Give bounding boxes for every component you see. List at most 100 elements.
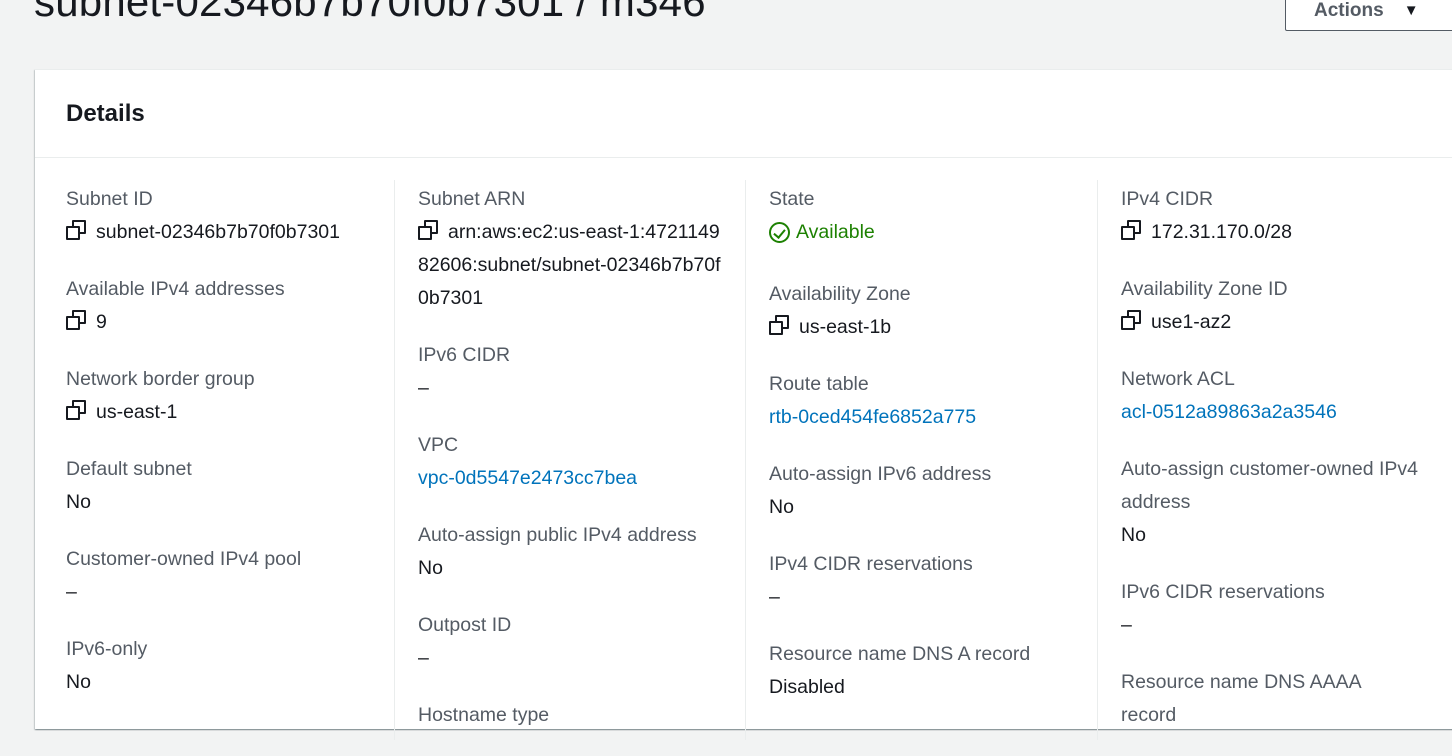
detail-field: Network ACL acl-0512a89863a2a3546 [1121,363,1421,429]
field-label: Customer-owned IPv4 pool [66,548,302,570]
field-value: No [769,491,1099,524]
value-text: No [418,557,443,579]
detail-field: IPv6 CIDR – [418,339,723,405]
field-label: Resource name DNS A record [769,643,1031,665]
copy-icon[interactable] [769,315,789,335]
detail-field: IPv4 CIDR 172.31.170.0/28 [1121,183,1421,249]
value-text: subnet-02346b7b70f0b7301 [96,221,340,243]
detail-field: Availability Zone ID use1-az2 [1121,273,1421,339]
value-text: – [418,647,429,669]
column-divider [745,180,746,740]
field-value: No [66,666,396,699]
copy-icon[interactable] [66,220,86,240]
detail-field: Route table rtb-0ced454fe6852a775 [769,368,1099,434]
copy-icon[interactable] [66,400,86,420]
value-text: No [1121,524,1146,546]
field-value: vpc-0d5547e2473cc7bea [418,462,723,495]
field-label: Availability Zone ID [1121,278,1288,300]
value-text: 9 [96,311,107,333]
check-circle-icon [769,222,790,243]
value-text: No [66,491,91,513]
detail-field: Availability Zone us-east-1b [769,278,1099,344]
column-3: State Available Availability Zone us-east-1… [769,183,1099,728]
value-text: use1-az2 [1151,311,1232,333]
field-value: No [1121,519,1421,552]
resource-link[interactable]: acl-0512a89863a2a3546 [1121,401,1337,423]
field-label: Subnet ARN [418,188,526,210]
detail-field: Customer-owned IPv4 pool – [66,543,396,609]
detail-field: IPv6 CIDR reservations – [1121,576,1421,642]
detail-field: Subnet ARN arn:aws:ec2:us-east-1:47211498… [418,183,723,315]
column-2: Subnet ARN arn:aws:ec2:us-east-1:47211498… [418,183,723,756]
details-grid: Subnet ID subnet-02346b7b70f0b7301 Availab… [35,158,1452,740]
column-1: Subnet ID subnet-02346b7b70f0b7301 Availab… [66,183,396,723]
field-label: Available IPv4 addresses [66,278,285,300]
status-text: Available [796,221,875,243]
field-value: – [1121,609,1421,642]
field-label: IPv6 CIDR reservations [1121,581,1325,603]
field-value: rtb-0ced454fe6852a775 [769,401,1099,434]
field-label: Auto-assign public IPv4 address [418,524,697,546]
field-value: Available [769,216,1099,254]
field-label: State [769,188,815,210]
value-text: us-east-1b [799,316,892,338]
detail-field: Resource name DNS AAAA record [1121,666,1421,732]
details-panel: Details Subnet ID subnet-02346b7b70f0b730… [35,69,1452,740]
field-label: IPv6-only [66,638,148,660]
field-label: Default subnet [66,458,192,480]
field-value: 172.31.170.0/28 [1121,216,1421,249]
field-label: Availability Zone [769,283,911,305]
field-label: Network ACL [1121,368,1235,390]
field-label: Resource name DNS AAAA record [1121,671,1361,726]
copy-icon[interactable] [1121,220,1141,240]
field-label: Route table [769,373,869,395]
details-header: Details [35,70,1452,158]
detail-field: State Available [769,183,1099,254]
field-label: IPv6 CIDR [418,344,511,366]
value-text: arn:aws:ec2:us-east-1:472114982606:subne… [418,221,721,309]
detail-field: Resource name DNS A record Disabled [769,638,1099,704]
field-value: us-east-1 [66,396,396,429]
field-label: IPv4 CIDR reservations [769,553,973,575]
detail-field: Auto-assign customer-owned IPv4 address N… [1121,453,1421,552]
value-text: Disabled [769,676,845,698]
value-text: No [66,671,91,693]
detail-field: Network border group us-east-1 [66,363,396,429]
resource-link[interactable]: vpc-0d5547e2473cc7bea [418,467,637,489]
field-label: Hostname type [418,704,550,726]
actions-label: Actions [1314,0,1384,21]
value-text: us-east-1 [96,401,178,423]
detail-field: Default subnet No [66,453,396,519]
field-value: us-east-1b [769,311,1099,344]
field-value: – [66,576,396,609]
copy-icon[interactable] [1121,310,1141,330]
detail-field: IPv6-only No [66,633,396,699]
resource-link[interactable]: rtb-0ced454fe6852a775 [769,406,976,428]
value-text: – [66,581,77,603]
copy-icon[interactable] [66,310,86,330]
actions-button[interactable]: Actions ▼ [1285,0,1452,31]
field-label: Subnet ID [66,188,153,210]
field-value: – [769,581,1099,614]
detail-field: Auto-assign IPv6 address No [769,458,1099,524]
copy-icon[interactable] [418,220,438,240]
detail-field: Outpost ID – [418,609,723,675]
value-text: – [769,586,780,608]
field-value: – [418,642,723,675]
detail-field: Subnet ID subnet-02346b7b70f0b7301 [66,183,396,249]
status-indicator: Available [769,216,875,249]
field-value: – [418,372,723,405]
details-title: Details [66,99,145,127]
field-value: acl-0512a89863a2a3546 [1121,396,1421,429]
page-title: subnet-02346b7b70f0b7301 / m346 [34,0,706,25]
value-text: – [418,377,429,399]
field-label: Auto-assign customer-owned IPv4 address [1121,458,1418,513]
detail-field: Auto-assign public IPv4 address No [418,519,723,585]
field-label: Auto-assign IPv6 address [769,463,992,485]
field-value: No [418,552,723,585]
field-value: arn:aws:ec2:us-east-1:472114982606:subne… [418,216,723,315]
field-value: Disabled [769,671,1099,704]
detail-field: VPC vpc-0d5547e2473cc7bea [418,429,723,495]
field-label: Outpost ID [418,614,512,636]
field-value: subnet-02346b7b70f0b7301 [66,216,396,249]
